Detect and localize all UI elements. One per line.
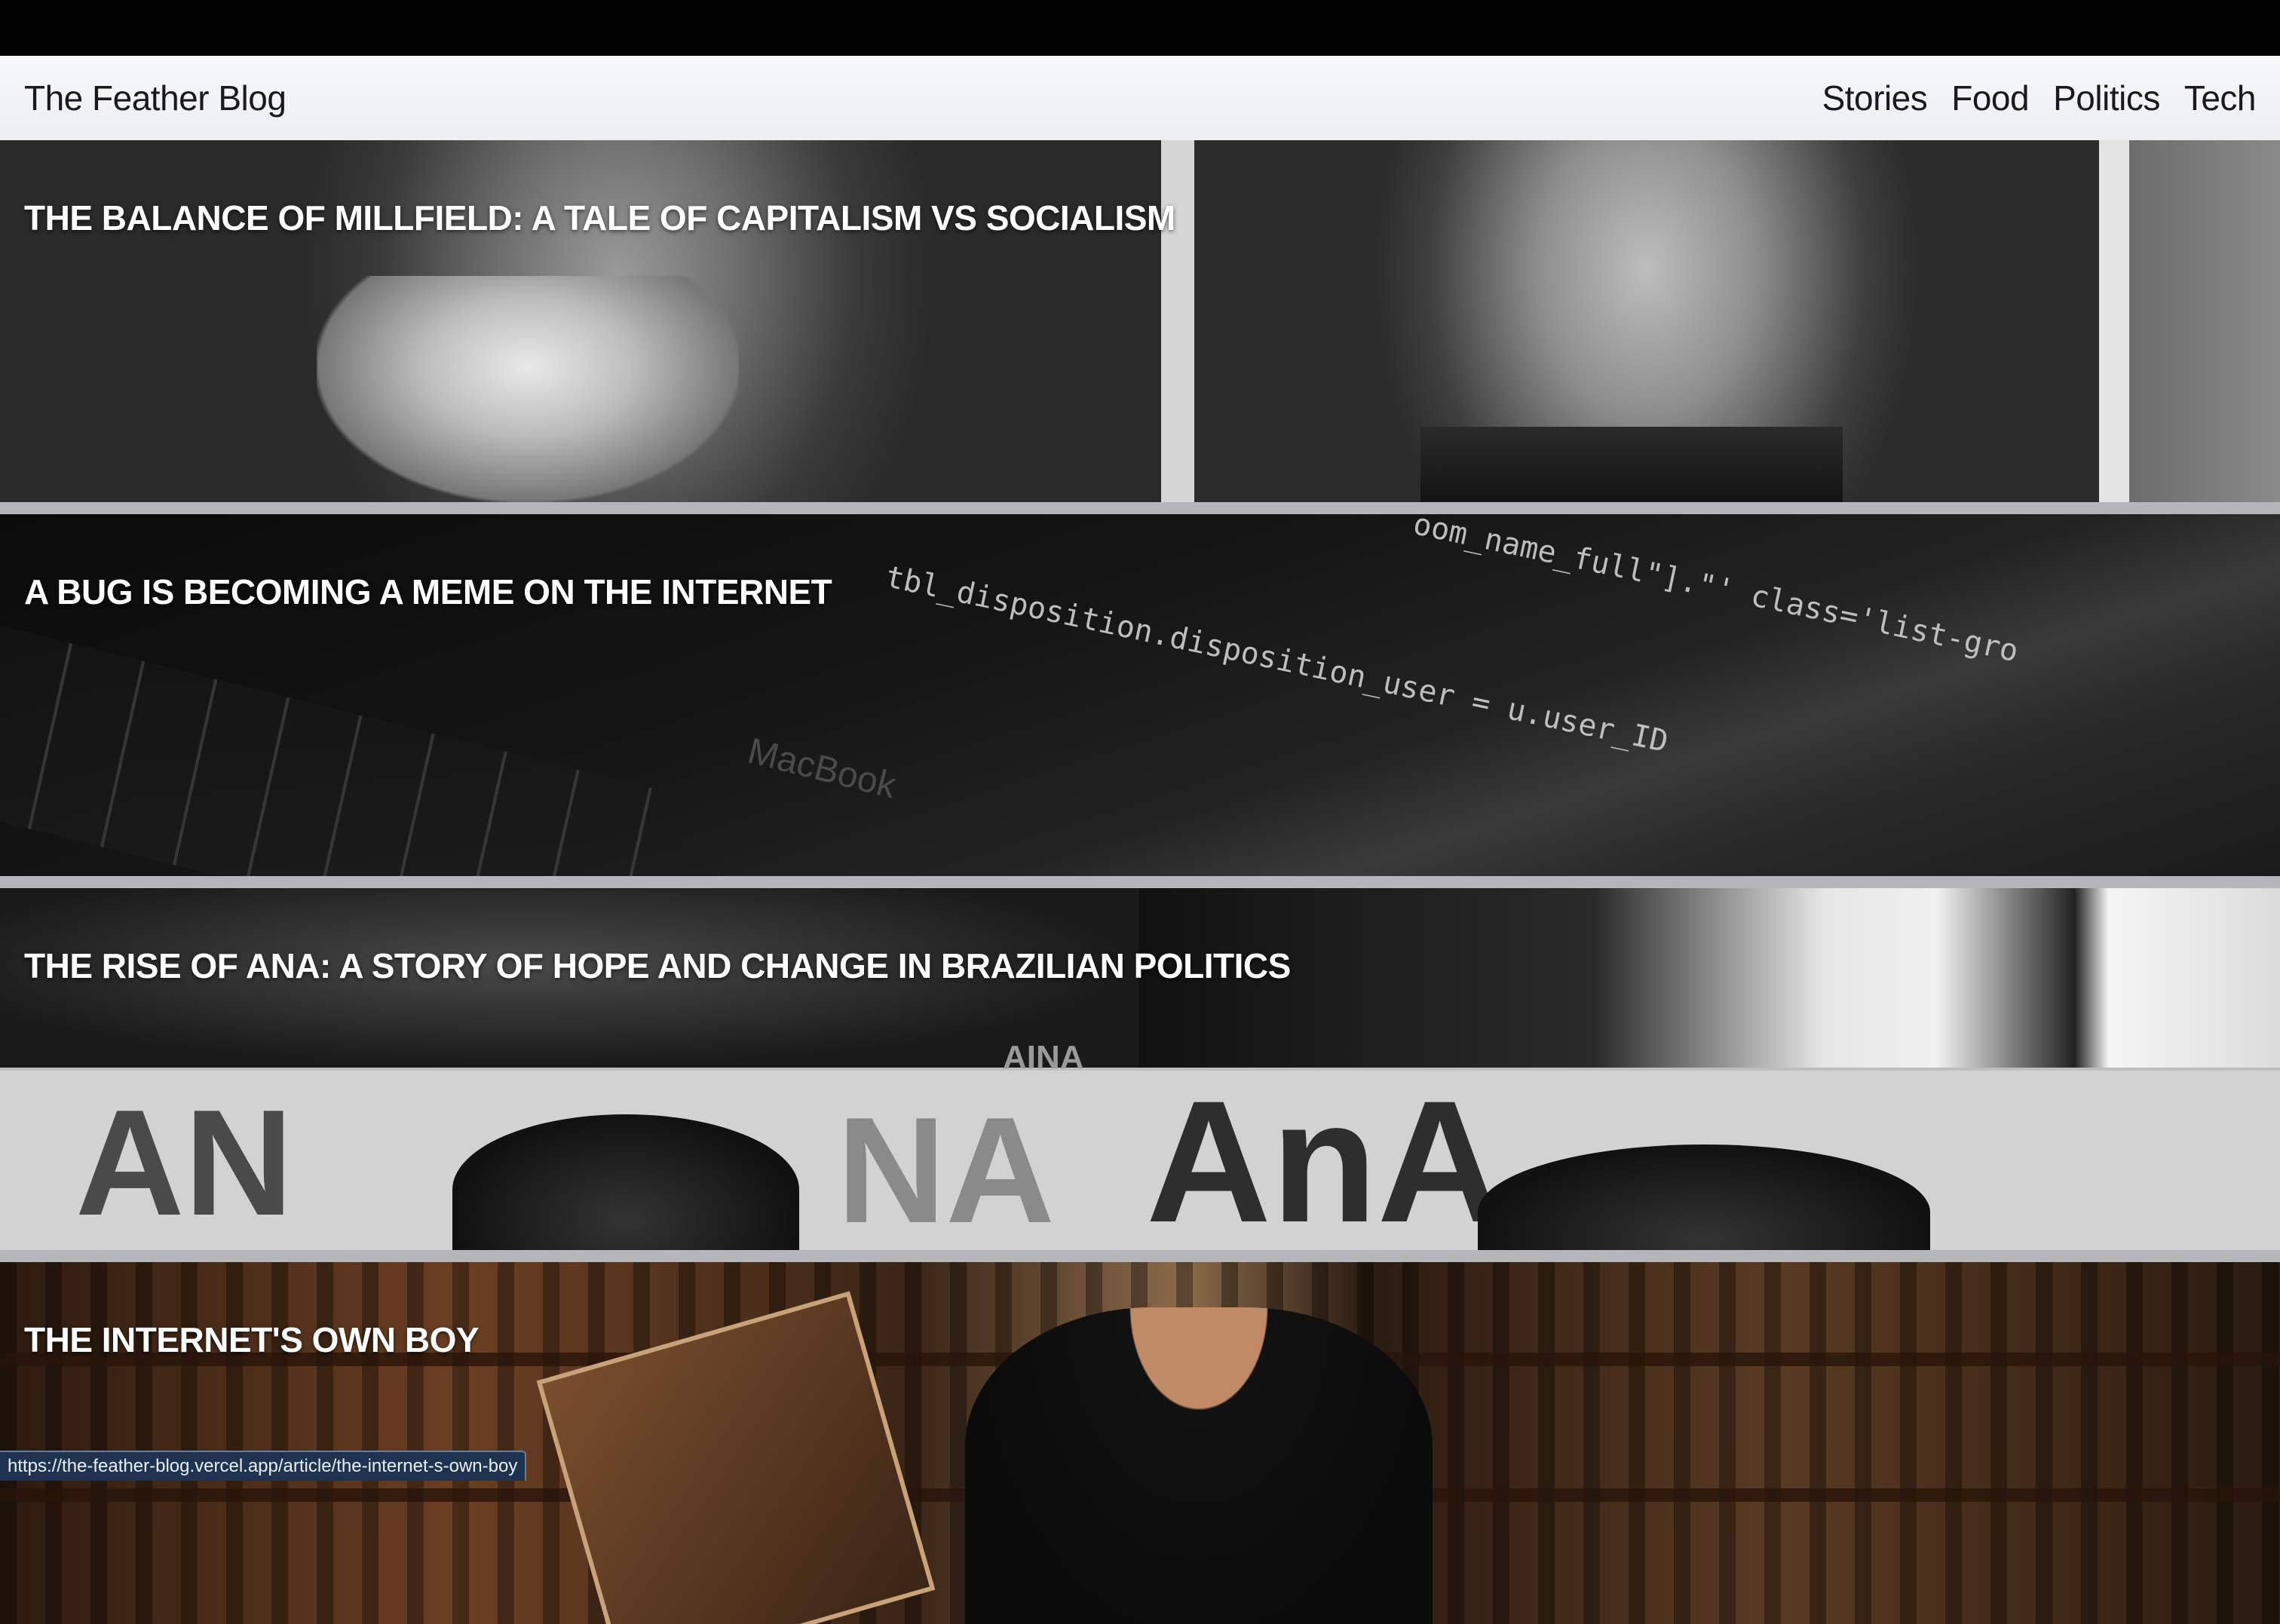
laptop-keyboard-image [0,626,679,888]
portrait-young-man-image [1194,140,2099,502]
poster-text: NA [837,1084,1055,1258]
article-image-library [0,1262,2280,1624]
poster-suit-image [1138,888,2280,1068]
article-card-internets-own-boy[interactable]: THE INTERNET'S OWN BOY [0,1262,2280,1624]
article-card-bug-meme[interactable]: oom_name_full"]."' class='list-gro tbl_d… [0,514,2280,888]
article-card-rise-of-ana[interactable]: AINA AN NA AnA THE RISE OF ANA: A STORY … [0,888,2280,1262]
poster-text: AnA [1146,1062,1503,1261]
poster-text: AINA [1003,1039,1084,1077]
window-top-bar [0,0,2280,56]
frame-divider [1161,140,1194,502]
code-text-line: tbl_disposition.disposition_user = u.use… [882,559,1671,759]
site-navbar: The Feather Blog Stories Food Politics T… [0,56,2280,140]
open-book-image [537,1291,936,1624]
hair-shape-image [1478,1144,1930,1262]
article-list: THE BALANCE OF MILLFIELD: A TALE OF CAPI… [0,140,2280,1624]
portrait-old-man-image [0,140,1161,502]
article-image-portraits [0,140,2280,502]
portrait-edge-image [2099,140,2280,502]
laptop-brand-text: MacBook [743,731,899,807]
article-title[interactable]: THE RISE OF ANA: A STORY OF HOPE AND CHA… [24,945,1291,986]
nav-link-politics[interactable]: Politics [2053,78,2160,118]
poster-text: AN [75,1077,293,1250]
main-nav: Stories Food Politics Tech [1822,78,2256,118]
site-brand[interactable]: The Feather Blog [24,78,286,118]
article-title[interactable]: A BUG IS BECOMING A MEME ON THE INTERNET [24,571,832,612]
article-card-millfield[interactable]: THE BALANCE OF MILLFIELD: A TALE OF CAPI… [0,140,2280,514]
nav-link-food[interactable]: Food [1951,78,2029,118]
reader-figure-image [965,1307,1433,1624]
nav-link-stories[interactable]: Stories [1822,78,1928,118]
hair-shape-image [452,1114,799,1262]
article-image-ana-posters: AINA AN NA AnA [0,888,2280,1250]
link-status-bar: https://the-feather-blog.vercel.app/arti… [0,1451,526,1481]
code-text-line: oom_name_full"]."' class='list-gro [1410,514,2021,669]
article-title[interactable]: THE BALANCE OF MILLFIELD: A TALE OF CAPI… [24,198,1175,238]
nav-link-tech[interactable]: Tech [2184,78,2256,118]
article-title[interactable]: THE INTERNET'S OWN BOY [24,1319,479,1360]
article-image-code-laptop: oom_name_full"]."' class='list-gro tbl_d… [0,514,2280,876]
